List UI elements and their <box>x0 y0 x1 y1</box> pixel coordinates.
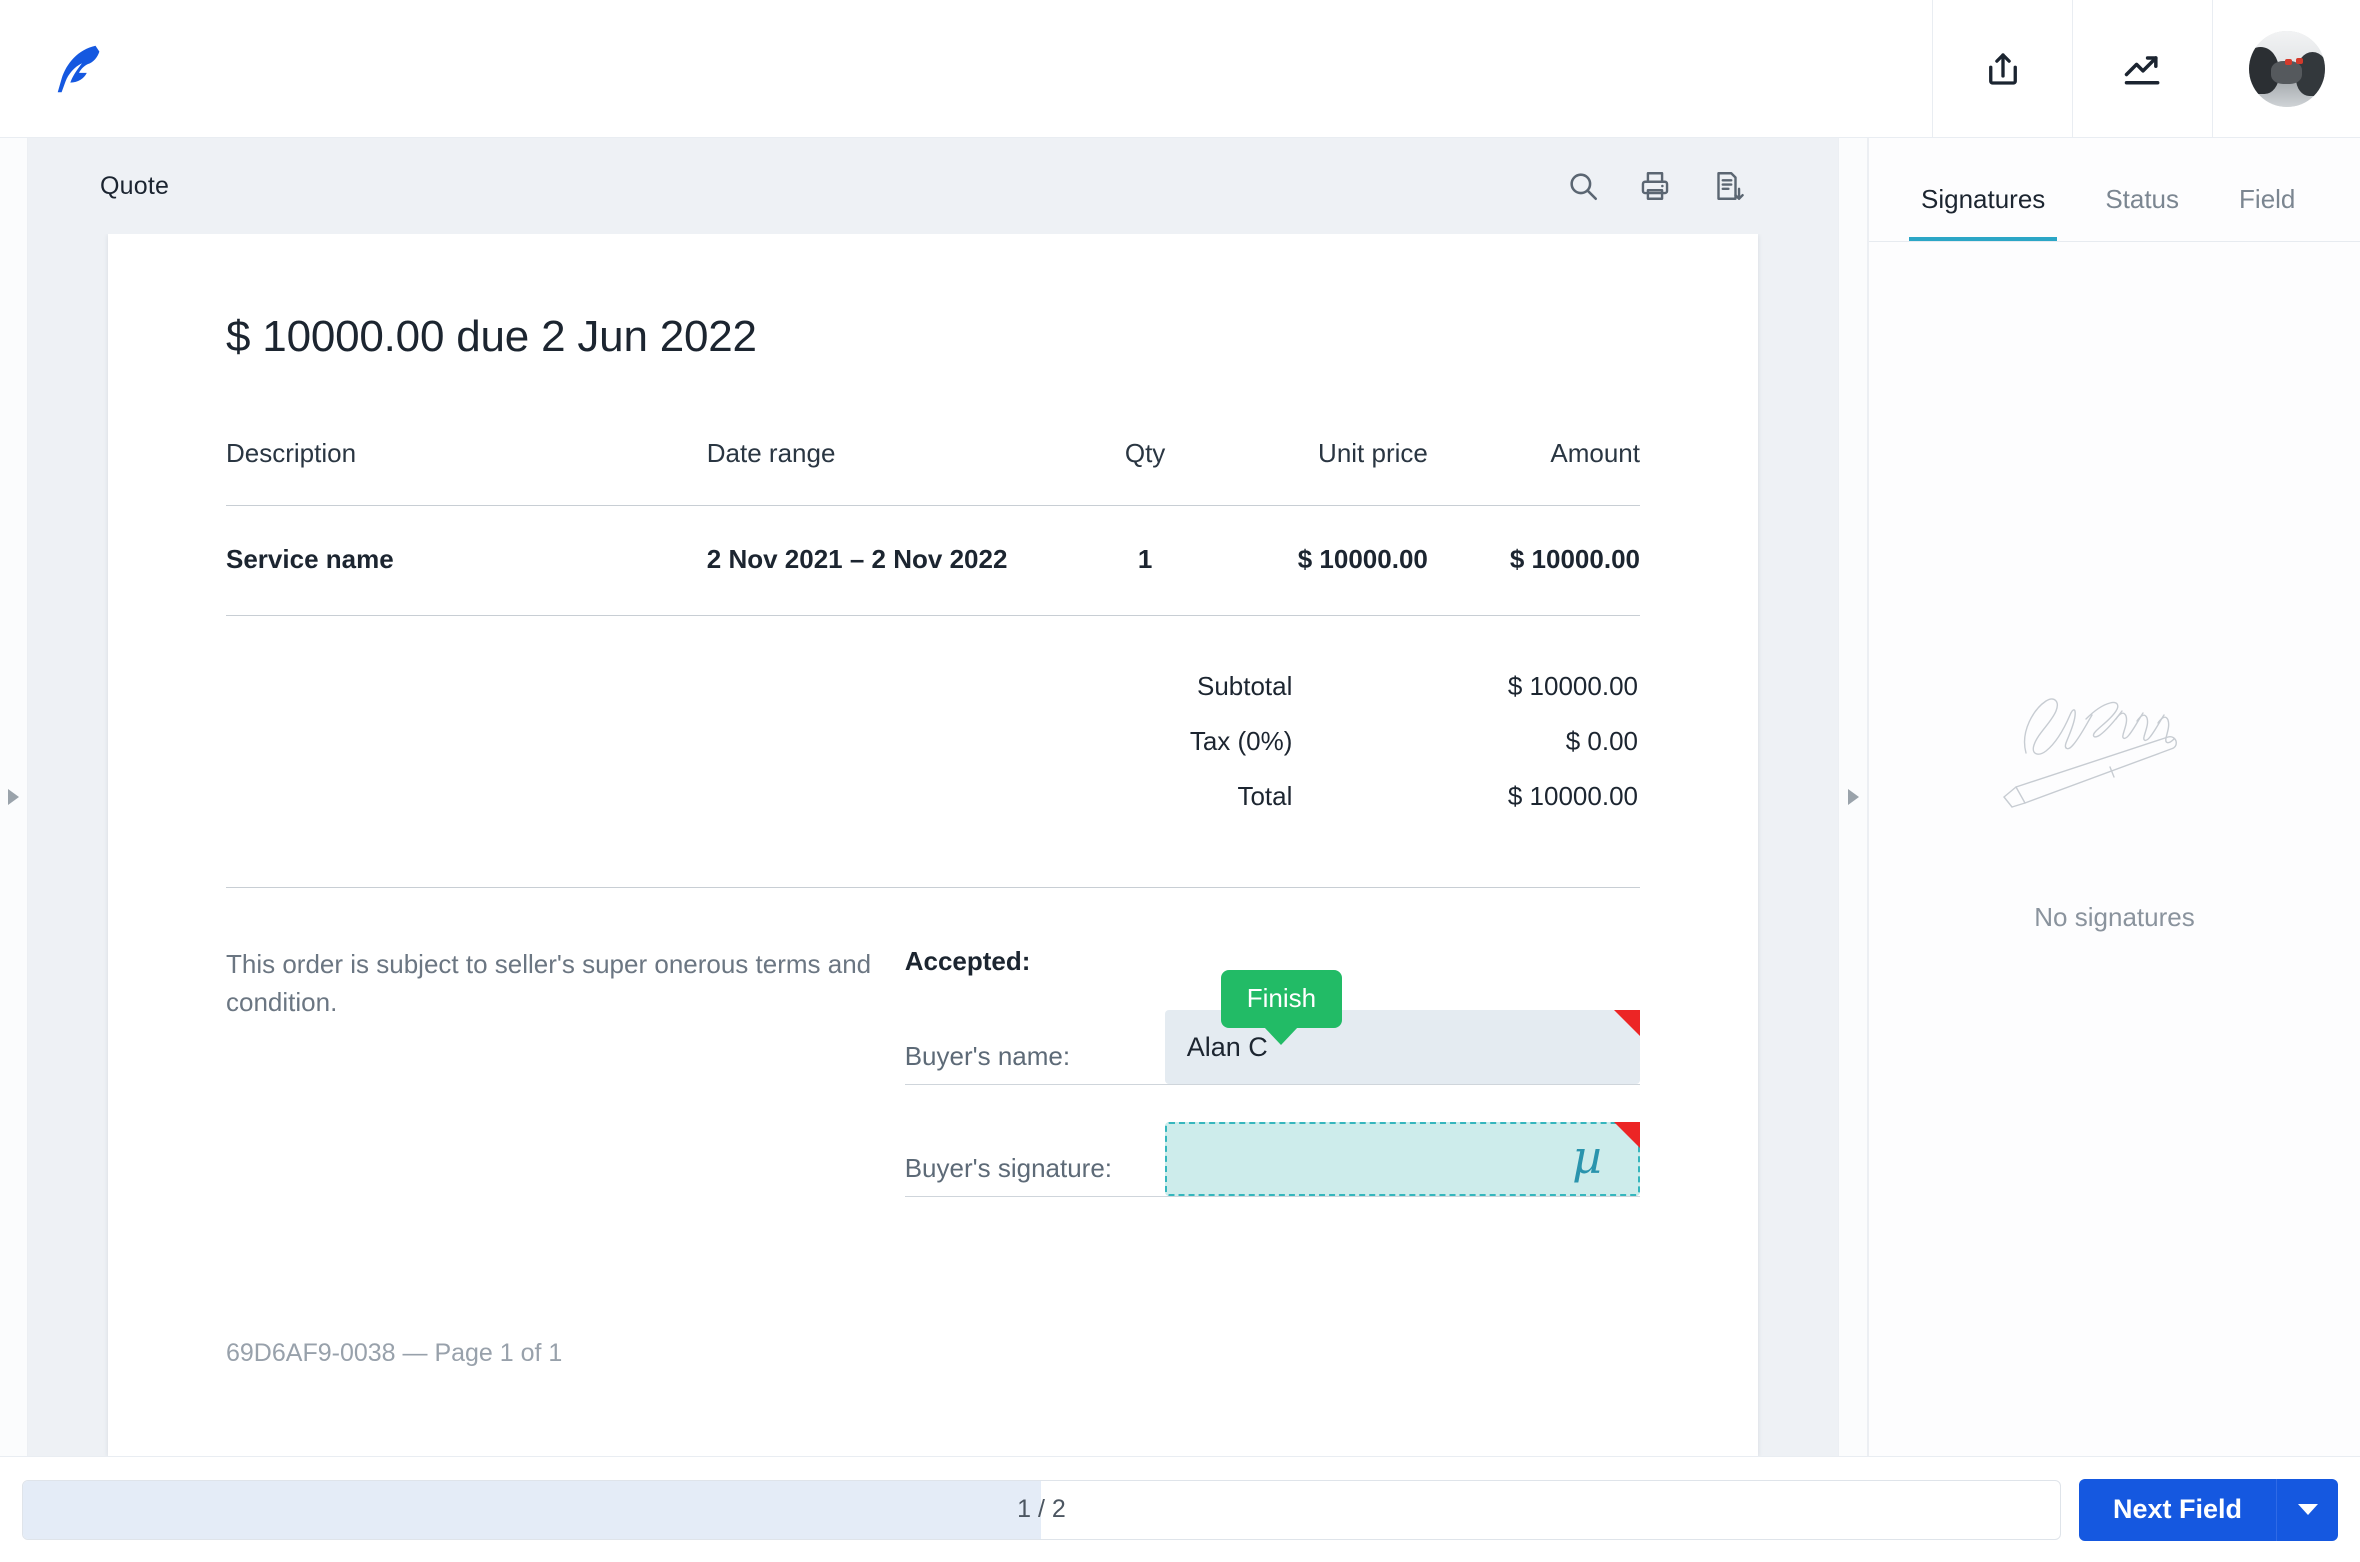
trending-up-icon <box>2121 47 2165 91</box>
tab-status-label: Status <box>2105 184 2180 214</box>
table-header-row: Description Date range Qty Unit price Am… <box>226 438 1640 506</box>
field-progress-bar[interactable]: 1 / 2 <box>22 1479 2061 1540</box>
cell-unit-price: $ 10000.00 <box>1297 544 1428 574</box>
finish-tooltip[interactable]: Finish <box>1220 970 1343 1028</box>
share-button[interactable] <box>1932 0 2072 137</box>
chevron-right-icon <box>1847 789 1859 805</box>
totals-row-tax: Tax (0%) $ 0.00 <box>228 715 1638 768</box>
next-field-label: Next Field <box>2112 1494 2242 1524</box>
print-button[interactable] <box>1624 155 1686 217</box>
progress-label: 1 / 2 <box>1017 1495 1066 1523</box>
buyer-name-value: Alan C <box>1186 1031 1268 1062</box>
buyer-signature-label: Buyer's signature: <box>904 1153 1113 1183</box>
column-header-qty: Qty <box>1124 438 1166 468</box>
top-bar <box>0 0 2360 138</box>
user-menu-button[interactable] <box>2212 0 2360 137</box>
next-field-button[interactable]: Next Field <box>2078 1478 2276 1541</box>
download-document-icon <box>1710 169 1744 203</box>
totals-row-subtotal: Subtotal $ 10000.00 <box>228 660 1638 713</box>
tab-field-label: Field <box>2239 184 2296 214</box>
tab-status[interactable]: Status <box>2093 184 2191 241</box>
column-header-date-range: Date range <box>706 438 836 468</box>
search-icon <box>1566 169 1600 203</box>
totals-label-tax: Tax (0%) <box>1189 726 1293 756</box>
line-items-table: Description Date range Qty Unit price Am… <box>226 438 1640 616</box>
tab-signatures[interactable]: Signatures <box>1909 184 2058 241</box>
document-lower-section: This order is subject to seller's super … <box>226 946 1640 1231</box>
cell-qty: 1 <box>1137 544 1153 574</box>
document-footer: 69D6AF9-0038 — Page 1 of 1 <box>226 1339 563 1367</box>
sidebar: Signatures Status Field No signatures <box>1868 138 2360 1456</box>
finish-tooltip-label: Finish <box>1246 983 1317 1013</box>
totals-divider <box>226 887 1640 888</box>
totals-label-subtotal: Subtotal <box>1196 671 1293 701</box>
caret-down-icon <box>2297 1504 2318 1515</box>
bottom-bar: 1 / 2 Next Field <box>0 1456 2360 1562</box>
buyer-name-label: Buyer's name: <box>904 1041 1071 1071</box>
column-header-amount: Amount <box>1550 438 1640 468</box>
totals-label-total: Total <box>1237 781 1293 811</box>
totals-value-total: $ 10000.00 <box>1507 781 1638 811</box>
avatar <box>2248 30 2325 107</box>
required-flag-icon <box>1613 1010 1640 1036</box>
buyer-signature-field[interactable]: µ <box>1164 1122 1640 1196</box>
download-button[interactable] <box>1696 155 1758 217</box>
totals-row-total: Total $ 10000.00 <box>228 770 1638 823</box>
document-heading: $ 10000.00 due 2 Jun 2022 <box>226 312 757 361</box>
feather-quill-icon <box>49 38 111 100</box>
totals-table: Subtotal $ 10000.00 Tax (0%) $ 0.00 Tota… <box>226 658 1640 825</box>
analytics-button[interactable] <box>2072 0 2212 137</box>
next-field-group: Next Field <box>2078 1478 2338 1541</box>
next-field-dropdown-button[interactable] <box>2276 1478 2338 1541</box>
acceptance-block: Accepted: Buyer's name: Alan C Buyer's s… <box>904 946 1640 1231</box>
totals-value-tax: $ 0.00 <box>1565 726 1638 756</box>
search-button[interactable] <box>1552 155 1614 217</box>
cell-description: Service name <box>226 544 394 574</box>
left-panel-toggle[interactable] <box>0 138 28 1456</box>
body: Quote $ 10000.00 due 2 Jun 2022 Descript… <box>0 138 2360 1456</box>
column-header-unit-price: Unit price <box>1318 438 1428 468</box>
required-flag-icon <box>1613 1122 1640 1148</box>
viewer-toolbar: Quote <box>28 138 1838 234</box>
cell-amount: $ 10000.00 <box>1509 544 1640 574</box>
column-header-description: Description <box>226 438 357 468</box>
empty-state-text: No signatures <box>2034 902 2195 932</box>
signatures-panel: No signatures <box>1869 242 2360 1456</box>
table-row: Service name 2 Nov 2021 – 2 Nov 2022 1 $… <box>226 506 1640 616</box>
right-panel-toggle[interactable] <box>1838 138 1868 1456</box>
cell-date-range: 2 Nov 2021 – 2 Nov 2022 <box>706 544 1008 574</box>
viewer-title: Quote <box>100 171 170 200</box>
chevron-right-icon <box>8 789 19 805</box>
brand-logo[interactable] <box>0 0 160 137</box>
tab-field[interactable]: Field <box>2227 184 2307 241</box>
signature-with-pen-illustration <box>1990 675 2240 840</box>
terms-text: This order is subject to seller's super … <box>226 949 872 1017</box>
tab-signatures-label: Signatures <box>1921 184 2046 214</box>
page-scroll-area[interactable]: $ 10000.00 due 2 Jun 2022 Description Da… <box>28 234 1838 1456</box>
totals-value-subtotal: $ 10000.00 <box>1507 671 1638 701</box>
sidebar-tabs: Signatures Status Field <box>1869 138 2360 242</box>
app-root: Quote $ 10000.00 due 2 Jun 2022 Descript… <box>0 0 2360 1562</box>
share-icon <box>1982 48 2024 90</box>
buyer-signature-row: Buyer's signature: µ <box>904 1119 1640 1197</box>
print-icon <box>1638 169 1672 203</box>
document-page: $ 10000.00 due 2 Jun 2022 Description Da… <box>108 234 1758 1456</box>
document-viewer: Quote $ 10000.00 due 2 Jun 2022 Descript… <box>28 138 1838 1456</box>
